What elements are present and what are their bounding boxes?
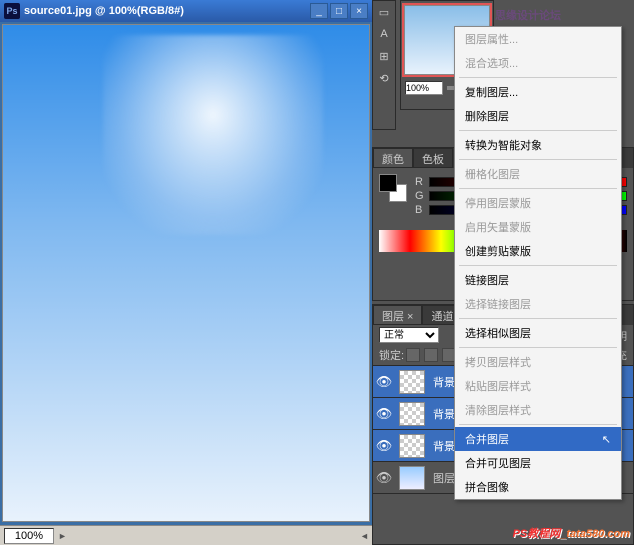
menu-merge-layers[interactable]: 合并图层↖	[455, 427, 621, 451]
navigator-zoom-input[interactable]	[405, 81, 443, 95]
b-label: B	[415, 204, 429, 216]
fg-bg-swatch[interactable]	[379, 174, 407, 202]
layer-thumbnail[interactable]	[399, 466, 425, 490]
menu-merge-visible[interactable]: 合并可见图层	[455, 451, 621, 475]
menu-flatten-image[interactable]: 拼合图像	[455, 475, 621, 499]
menu-disable-layer-mask[interactable]: 停用图层蒙版	[455, 191, 621, 215]
tab-swatches[interactable]: 色板	[413, 148, 453, 168]
image-content	[103, 35, 323, 235]
fg-color-swatch[interactable]	[379, 174, 397, 192]
menu-rasterize-layer[interactable]: 栅格化图层	[455, 162, 621, 186]
tab-color[interactable]: 颜色	[373, 148, 413, 168]
canvas[interactable]	[2, 24, 370, 522]
menu-select-linked[interactable]: 选择链接图层	[455, 292, 621, 316]
type-tool-icon[interactable]: A	[373, 23, 395, 45]
tab-layers[interactable]: 图层 ×	[373, 305, 422, 325]
menu-separator	[459, 130, 617, 131]
menu-layer-properties[interactable]: 图层属性...	[455, 27, 621, 51]
maximize-button[interactable]: □	[330, 3, 348, 19]
document-titlebar[interactable]: Ps source01.jpg @ 100%(RGB/8#) _ □ ×	[0, 0, 372, 22]
close-button[interactable]: ×	[350, 3, 368, 19]
menu-separator	[459, 424, 617, 425]
menu-copy-layer-style[interactable]: 拷贝图层样式	[455, 350, 621, 374]
scroll-left-icon[interactable]: ◄	[360, 531, 372, 541]
menu-convert-smart-object[interactable]: 转换为智能对象	[455, 133, 621, 157]
tool-icon[interactable]: ▭	[373, 1, 395, 23]
menu-create-clipping-mask[interactable]: 创建剪贴蒙版	[455, 239, 621, 263]
menu-paste-layer-style[interactable]: 粘贴图层样式	[455, 374, 621, 398]
zoom-input[interactable]	[4, 528, 54, 544]
menu-clear-layer-style[interactable]: 清除图层样式	[455, 398, 621, 422]
menu-separator	[459, 188, 617, 189]
layer-thumbnail[interactable]	[399, 434, 425, 458]
lock-pixels-icon[interactable]	[424, 348, 438, 362]
r-label: R	[415, 176, 429, 188]
blend-mode-select[interactable]: 正常	[379, 327, 439, 343]
menu-separator	[459, 159, 617, 160]
menu-delete-layer[interactable]: 删除图层	[455, 104, 621, 128]
menu-enable-vector-mask[interactable]: 启用矢量蒙版	[455, 215, 621, 239]
history-icon[interactable]: ⟲	[373, 67, 395, 89]
menu-blending-options[interactable]: 混合选项...	[455, 51, 621, 75]
layer-thumbnail[interactable]	[399, 370, 425, 394]
cursor-icon: ↖	[602, 433, 611, 446]
arrow-right-icon[interactable]: ►	[58, 531, 70, 541]
tool-options-strip: ▭ A ⊞ ⟲	[372, 0, 396, 130]
menu-select-similar[interactable]: 选择相似图层	[455, 321, 621, 345]
document-window: Ps source01.jpg @ 100%(RGB/8#) _ □ × ► ◄	[0, 0, 372, 545]
menu-link-layers[interactable]: 链接图层	[455, 268, 621, 292]
menu-separator	[459, 318, 617, 319]
layer-thumbnail[interactable]	[399, 402, 425, 426]
menu-separator	[459, 347, 617, 348]
menu-duplicate-layer[interactable]: 复制图层...	[455, 80, 621, 104]
g-label: G	[415, 190, 429, 202]
menu-separator	[459, 77, 617, 78]
watermark-site: PS教程网_tata580.com	[513, 524, 630, 541]
lock-transparency-icon[interactable]	[406, 348, 420, 362]
menu-separator	[459, 265, 617, 266]
layer-context-menu: 图层属性... 混合选项... 复制图层... 删除图层 转换为智能对象 栅格化…	[454, 26, 622, 500]
status-bar: ► ◄	[0, 525, 372, 545]
visibility-icon[interactable]: 👁	[373, 374, 395, 390]
visibility-icon[interactable]: 👁	[373, 470, 395, 486]
ps-icon: Ps	[4, 3, 20, 19]
document-title: source01.jpg @ 100%(RGB/8#)	[24, 5, 310, 17]
visibility-icon[interactable]: 👁	[373, 438, 395, 454]
visibility-icon[interactable]: 👁	[373, 406, 395, 422]
minimize-button[interactable]: _	[310, 3, 328, 19]
paragraph-icon[interactable]: ⊞	[373, 45, 395, 67]
